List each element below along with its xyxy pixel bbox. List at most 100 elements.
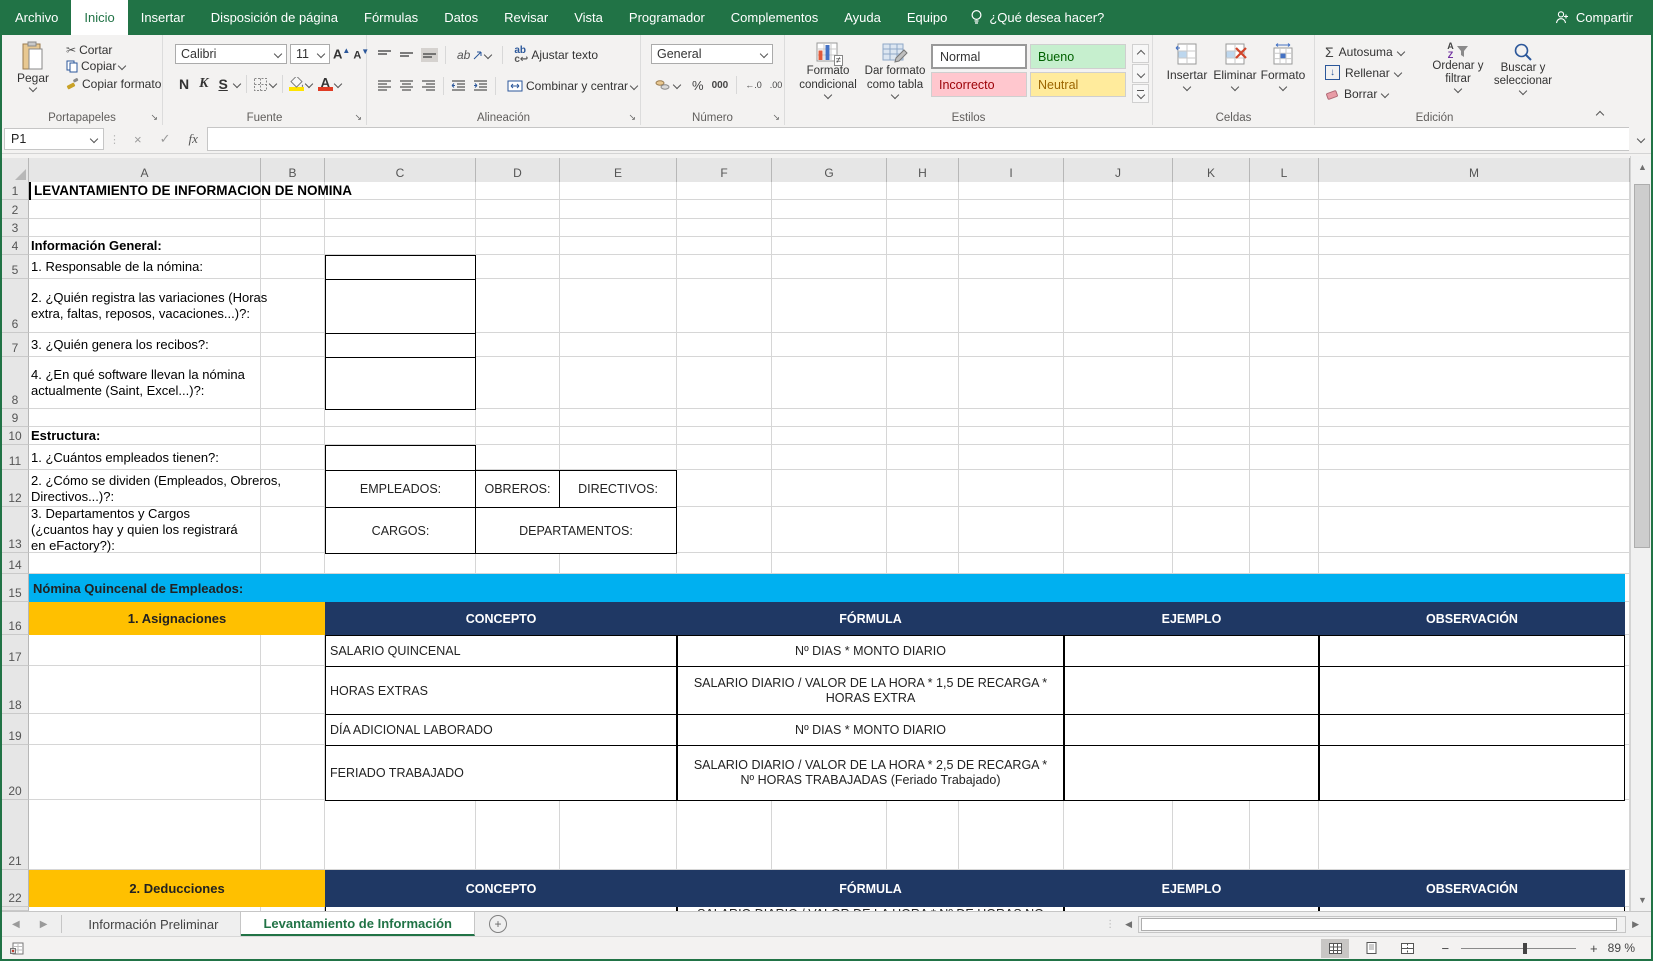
fx-icon[interactable]: fx xyxy=(180,131,207,147)
zoom-slider[interactable] xyxy=(1461,948,1576,949)
menu-tab-archivo[interactable]: Archivo xyxy=(2,0,71,35)
row-header-1[interactable]: 1 xyxy=(2,182,29,200)
sheet-nav-left-icon[interactable]: ◀ xyxy=(2,912,30,936)
section-asignaciones[interactable]: 1. Asignaciones xyxy=(29,602,325,635)
row-header-6[interactable]: 6 xyxy=(2,279,29,333)
column-header-J[interactable]: J xyxy=(1064,158,1173,182)
format-painter-button[interactable]: Copiar formato xyxy=(62,76,165,92)
font-name-combo[interactable]: Calibri xyxy=(175,44,287,64)
departamentos-cell[interactable]: DEPARTAMENTOS: xyxy=(475,507,677,554)
row-header-2[interactable]: 2 xyxy=(2,200,29,219)
formula-cell[interactable]: Nº DIAS * MONTO DIARIO xyxy=(677,635,1064,667)
concepto-cell[interactable]: FERIADO TRABAJADO xyxy=(325,745,677,801)
ejemplo-cell[interactable] xyxy=(1064,714,1319,746)
gallery-up-button[interactable] xyxy=(1132,44,1149,63)
sheet-tab-informacion-preliminar[interactable]: Información Preliminar xyxy=(66,912,241,936)
zoom-out-button[interactable]: − xyxy=(1425,941,1453,956)
dialog-launcher-icon[interactable]: ↘ xyxy=(628,112,636,123)
expand-formula-bar-button[interactable] xyxy=(1631,130,1651,148)
answer-box[interactable] xyxy=(325,279,476,334)
insert-cells-button[interactable]: Insertar xyxy=(1163,42,1211,90)
question-4[interactable]: 4. ¿En qué software llevan la nómina act… xyxy=(31,357,263,409)
bold-button[interactable]: N xyxy=(175,76,193,92)
row-header-17[interactable]: 17 xyxy=(2,635,29,666)
concepto-cell[interactable]: HORAS EXTRAS xyxy=(325,666,677,715)
macro-record-icon[interactable] xyxy=(2,942,24,955)
underline-chevron-icon[interactable] xyxy=(233,80,241,88)
grow-font-button[interactable]: A▲ xyxy=(333,46,350,61)
zoom-in-button[interactable]: + xyxy=(1584,941,1604,956)
menu-tab-f-rmulas[interactable]: Fórmulas xyxy=(351,0,431,35)
page-break-view-button[interactable] xyxy=(1393,939,1421,958)
column-header-D[interactable]: D xyxy=(476,158,560,182)
scroll-up-icon[interactable]: ▲ xyxy=(1631,156,1653,178)
menu-tab-disposici-n-de-p-gina[interactable]: Disposición de página xyxy=(198,0,351,35)
italic-button[interactable]: K xyxy=(195,76,212,92)
zoom-slider-thumb[interactable] xyxy=(1523,943,1527,954)
increase-decimal-button[interactable]: ←.0 xyxy=(745,80,762,90)
answer-box[interactable] xyxy=(325,333,476,358)
row-header-5[interactable]: 5 xyxy=(2,255,29,279)
answer-box[interactable] xyxy=(325,357,476,410)
add-sheet-button[interactable]: + xyxy=(489,915,507,933)
directivos-cell[interactable]: DIRECTIVOS: xyxy=(559,470,677,508)
thousands-button[interactable]: 000 xyxy=(712,80,729,91)
dialog-launcher-icon[interactable]: ↘ xyxy=(354,112,362,123)
answer-box[interactable] xyxy=(325,445,476,471)
font-size-combo[interactable]: 11 xyxy=(290,44,330,64)
autosum-button[interactable]: Σ Autosuma xyxy=(1325,41,1404,62)
dialog-launcher-icon[interactable]: ↘ xyxy=(772,112,780,123)
menu-tab-ayuda[interactable]: Ayuda xyxy=(831,0,894,35)
delete-cells-button[interactable]: Eliminar xyxy=(1211,42,1259,90)
enter-icon[interactable]: ✓ xyxy=(151,131,180,147)
row-header-20[interactable]: 20 xyxy=(2,745,29,800)
gallery-down-button[interactable] xyxy=(1132,64,1149,83)
column-header-L[interactable]: L xyxy=(1250,158,1319,182)
empleados-cell[interactable]: EMPLEADOS: xyxy=(325,470,476,508)
column-header-A[interactable]: A xyxy=(29,158,261,182)
format-as-table-button[interactable]: Dar formato como tabla xyxy=(863,42,927,98)
column-header-G[interactable]: G xyxy=(772,158,887,182)
style-normal[interactable]: Normal xyxy=(931,44,1027,69)
ejemplo-cell[interactable] xyxy=(1064,635,1319,667)
row-header-7[interactable]: 7 xyxy=(2,333,29,357)
font-color-button[interactable]: A xyxy=(318,77,333,91)
dialog-launcher-icon[interactable]: ↘ xyxy=(150,112,158,123)
row-header-18[interactable]: 18 xyxy=(2,666,29,714)
menu-tab-datos[interactable]: Datos xyxy=(431,0,491,35)
observacion-cell[interactable] xyxy=(1319,714,1625,746)
question-1[interactable]: 1. Responsable de la nómina: xyxy=(31,255,303,279)
cancel-icon[interactable]: × xyxy=(125,132,151,147)
underline-button[interactable]: S xyxy=(214,76,231,92)
normal-view-button[interactable] xyxy=(1321,939,1349,958)
observacion-cell[interactable] xyxy=(1319,745,1625,801)
observacion-cell[interactable] xyxy=(1319,635,1625,667)
sheet-nav-right-icon[interactable]: ▶ xyxy=(30,912,58,936)
menu-tab-inicio[interactable]: Inicio xyxy=(71,0,127,35)
decrease-indent-icon[interactable] xyxy=(451,80,466,92)
menu-tab-equipo[interactable]: Equipo xyxy=(894,0,960,35)
section-deducciones[interactable]: 2. Deducciones xyxy=(29,870,325,907)
scroll-right-icon[interactable]: ▶ xyxy=(1628,919,1643,930)
style-neutral[interactable]: Neutral xyxy=(1030,72,1126,97)
copy-button[interactable]: Copiar xyxy=(62,58,129,74)
align-middle-icon[interactable] xyxy=(399,49,414,61)
header-concepto[interactable]: CONCEPTO xyxy=(325,870,677,907)
tell-me-search[interactable]: ¿Qué desea hacer? xyxy=(970,0,1104,35)
orientation-button[interactable]: ab xyxy=(453,47,495,63)
align-top-icon[interactable] xyxy=(377,49,392,61)
gallery-more-button[interactable] xyxy=(1132,84,1149,103)
row-header-3[interactable]: 3 xyxy=(2,219,29,237)
collapse-ribbon-button[interactable] xyxy=(1597,107,1603,121)
estructura-heading[interactable]: Estructura: xyxy=(31,427,100,445)
row-header-16[interactable]: 16 xyxy=(2,602,29,635)
find-select-button[interactable]: Buscar y seleccionar xyxy=(1493,42,1553,94)
row-header-11[interactable]: 11 xyxy=(2,445,29,470)
banner-nomina-quincenal[interactable]: Nómina Quincenal de Empleados: xyxy=(29,574,1625,602)
header-formula[interactable]: FÓRMULA xyxy=(677,870,1064,907)
column-header-C[interactable]: C xyxy=(325,158,476,182)
horizontal-scrollbar[interactable]: ⋮ ◀ ▶ xyxy=(1105,912,1651,936)
column-header-H[interactable]: H xyxy=(887,158,959,182)
increase-indent-icon[interactable] xyxy=(473,80,488,92)
scroll-left-icon[interactable]: ◀ xyxy=(1121,919,1136,930)
